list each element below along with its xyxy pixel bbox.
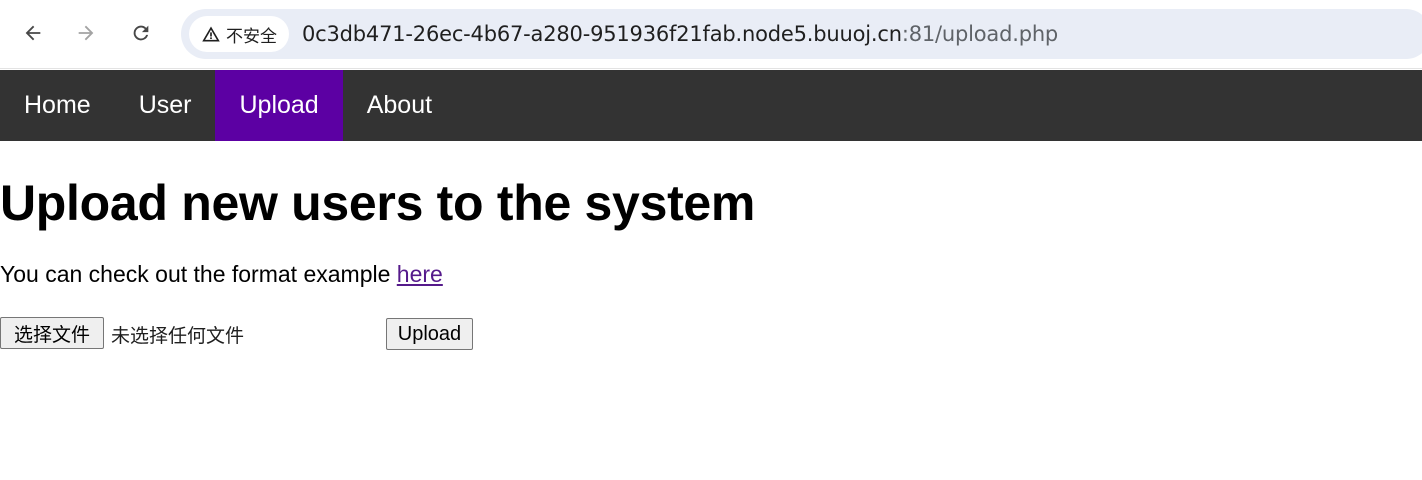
upload-submit-button[interactable]: Upload [386, 318, 473, 350]
choose-file-button[interactable]: 选择文件 [0, 317, 104, 349]
arrow-right-icon [78, 25, 94, 41]
reload-icon [133, 25, 149, 41]
intro-paragraph: You can check out the format example her… [0, 261, 443, 288]
arrow-left-icon [25, 25, 41, 41]
back-button[interactable] [14, 14, 52, 52]
warning-icon [202, 26, 220, 42]
security-chip[interactable]: 不安全 [189, 16, 289, 52]
format-example-link[interactable]: here [397, 261, 443, 287]
browser-toolbar: 不安全 0c3db471-26ec-4b67-a280-951936f21fab… [0, 0, 1422, 69]
file-status-text: 未选择任何文件 [111, 325, 245, 347]
nav-item-about[interactable]: About [343, 70, 456, 141]
nav-item-home[interactable]: Home [0, 70, 115, 141]
reload-button[interactable] [122, 14, 160, 52]
page-title: Upload new users to the system [0, 175, 756, 231]
nav-item-user[interactable]: User [115, 70, 216, 141]
upload-form: 选择文件 未选择任何文件 Upload [0, 317, 600, 350]
security-label: 不安全 [226, 26, 277, 47]
url-host: 0c3db471-26ec-4b67-a280-951936f21fab.nod… [302, 22, 902, 46]
address-bar[interactable]: 不安全 0c3db471-26ec-4b67-a280-951936f21fab… [181, 9, 1422, 59]
forward-button[interactable] [67, 14, 105, 52]
site-navbar: Home User Upload About [0, 70, 1422, 141]
nav-item-upload[interactable]: Upload [215, 70, 343, 141]
intro-text: You can check out the format example [0, 261, 397, 287]
url-path: :81/upload.php [901, 22, 1059, 46]
url-text[interactable]: 0c3db471-26ec-4b67-a280-951936f21fab.nod… [302, 22, 1058, 46]
